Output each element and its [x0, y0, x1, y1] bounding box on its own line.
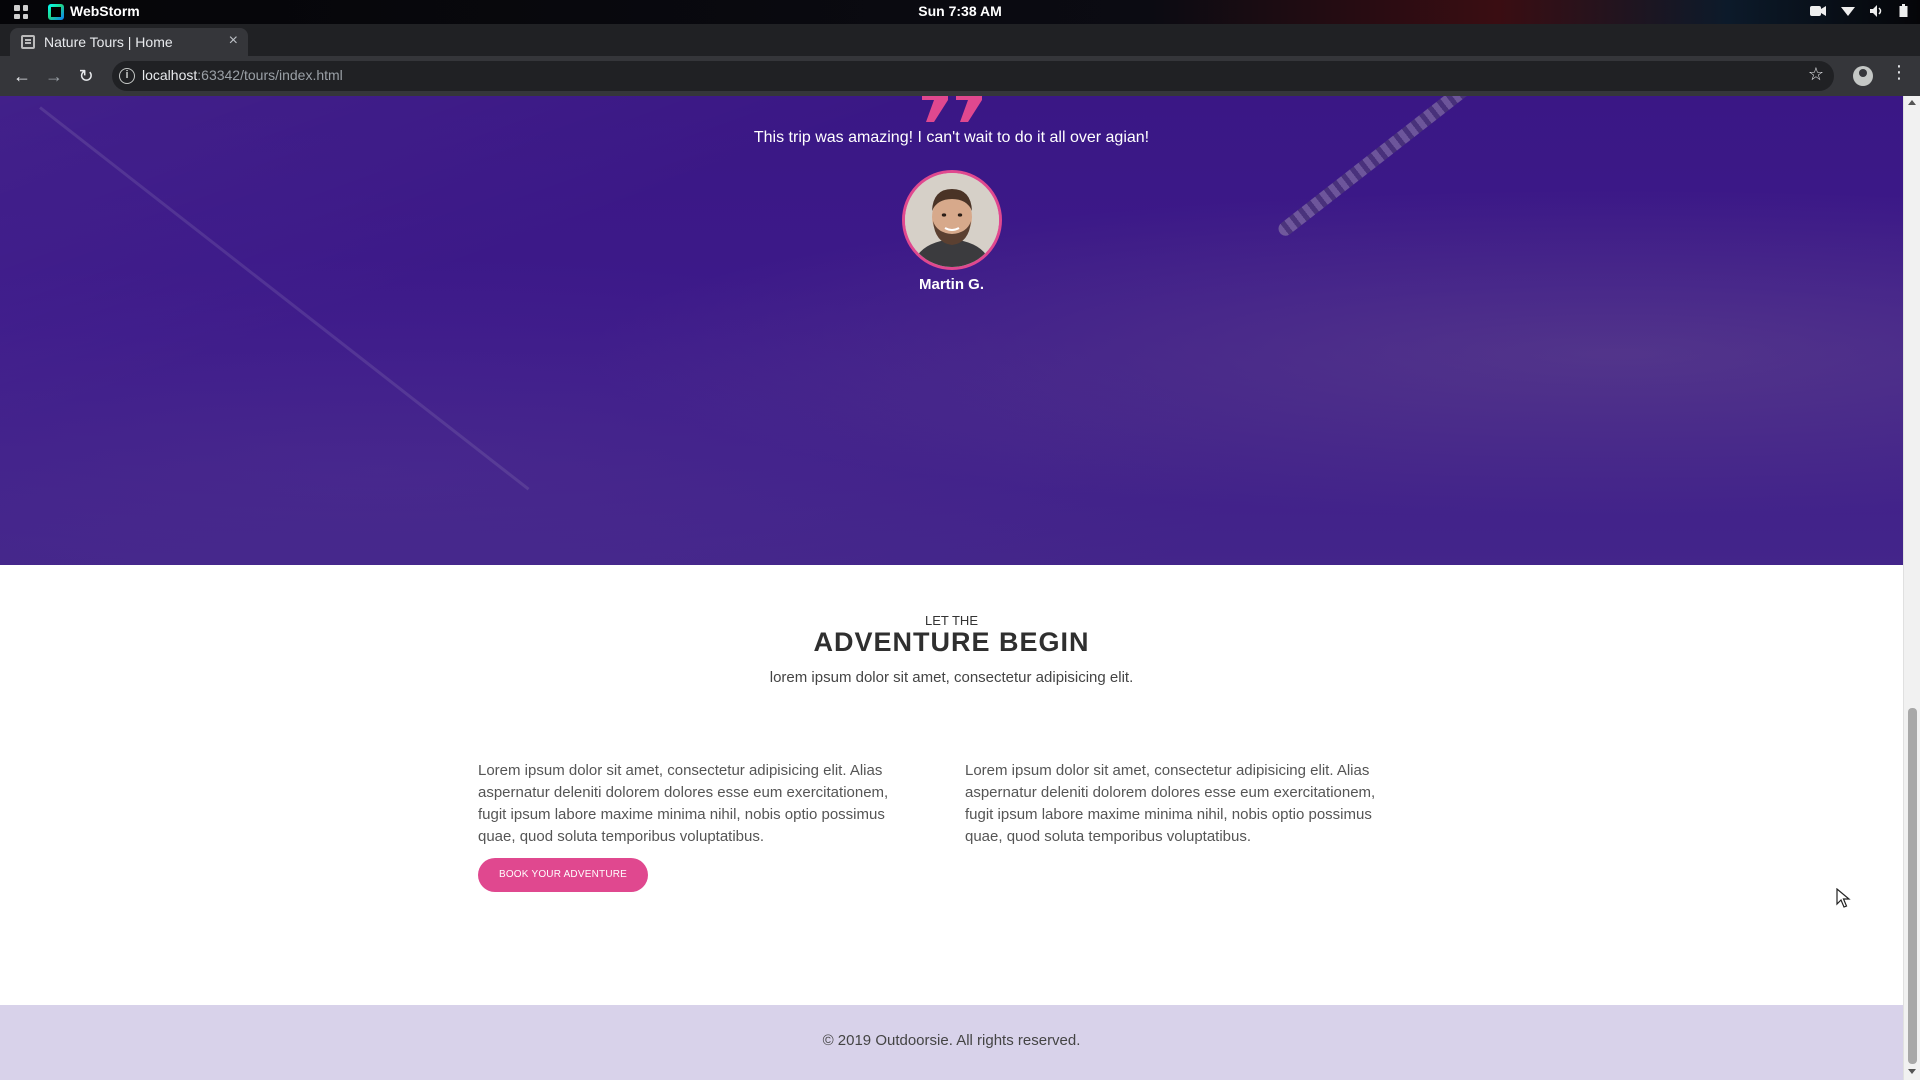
- browser-menu-icon[interactable]: ⋮: [1890, 62, 1908, 83]
- author-portrait-icon: [905, 173, 999, 267]
- bookmark-star-icon[interactable]: ☆: [1808, 64, 1824, 85]
- url-path: :63342/tours/index.html: [197, 67, 343, 83]
- scrollbar-thumb[interactable]: [1908, 708, 1917, 1064]
- scroll-up-arrow-icon[interactable]: [1908, 100, 1916, 105]
- system-clock[interactable]: Sun 7:38 AM: [0, 3, 1920, 19]
- browser-tab-strip: Nature Tours | Home × +: [0, 24, 1920, 75]
- browser-toolbar: ← → ↻ i localhost:63342/tours/index.html…: [0, 56, 1920, 96]
- background-rope-right: [1275, 96, 1773, 239]
- tab-title: Nature Tours | Home: [44, 34, 173, 50]
- quote-marks-icon: [922, 96, 982, 122]
- adventure-text-column-1: Lorem ipsum dolor sit amet, consectetur …: [478, 762, 889, 845]
- close-tab-icon[interactable]: ×: [229, 32, 238, 50]
- volume-icon[interactable]: [1869, 4, 1885, 18]
- section-kicker: LET THE: [925, 613, 978, 628]
- url-host: localhost: [142, 67, 198, 83]
- forward-button[interactable]: →: [42, 64, 66, 88]
- testimonial-section: This trip was amazing! I can't wait to d…: [0, 96, 1903, 565]
- page-footer: © 2019 Outdoorsie. All rights reserved.: [0, 1005, 1903, 1080]
- back-button[interactable]: ←: [10, 64, 34, 88]
- footer-copyright: © 2019 Outdoorsie. All rights reserved.: [822, 1032, 1081, 1049]
- camera-icon[interactable]: [1809, 4, 1827, 18]
- system-tray[interactable]: [1809, 4, 1908, 18]
- section-subheading: lorem ipsum dolor sit amet, consectetur …: [769, 669, 1134, 686]
- page-favicon-icon: [21, 35, 35, 49]
- page-scrollbar[interactable]: [1903, 96, 1920, 1080]
- section-heading: ADVENTURE BEGIN: [813, 627, 1090, 657]
- url-text[interactable]: localhost:63342/tours/index.html: [142, 67, 343, 83]
- wifi-icon[interactable]: [1841, 5, 1855, 17]
- testimonial-author-name: Martin G.: [918, 276, 984, 293]
- profile-avatar-icon[interactable]: [1853, 66, 1873, 86]
- testimonial-author-avatar: [902, 170, 1002, 270]
- reload-button[interactable]: ↻: [74, 64, 98, 88]
- battery-icon[interactable]: [1899, 4, 1908, 18]
- adventure-text-column-2: Lorem ipsum dolor sit amet, consectetur …: [965, 762, 1376, 845]
- mouse-cursor-icon: [1836, 888, 1851, 908]
- page-viewport: This trip was amazing! I can't wait to d…: [0, 96, 1903, 1080]
- book-adventure-button[interactable]: BOOK YOUR ADVENTURE: [478, 858, 648, 892]
- scroll-down-arrow-icon[interactable]: [1908, 1069, 1916, 1074]
- tab-nature-tours-home[interactable]: Nature Tours | Home ×: [10, 28, 248, 56]
- site-info-icon[interactable]: i: [119, 68, 135, 84]
- background-rope-left: [39, 106, 530, 491]
- adventure-section: LET THE ADVENTURE BEGIN lorem ipsum dolo…: [0, 565, 1903, 1005]
- testimonial-quote: This trip was amazing! I can't wait to d…: [753, 129, 1150, 146]
- address-bar[interactable]: i localhost:63342/tours/index.html ☆: [112, 61, 1834, 91]
- os-top-bar: WebStorm Sun 7:38 AM: [0, 0, 1920, 24]
